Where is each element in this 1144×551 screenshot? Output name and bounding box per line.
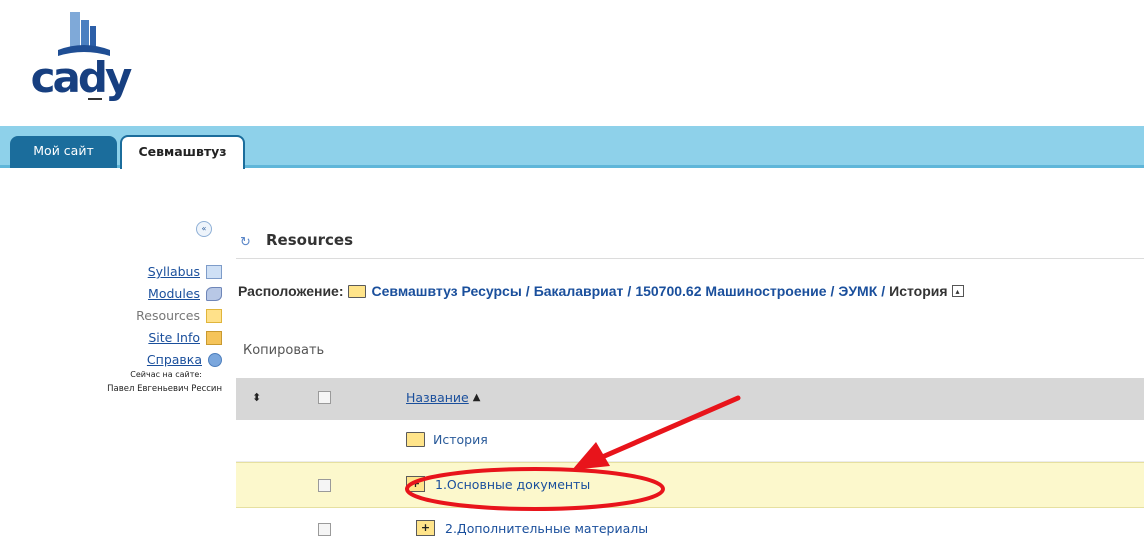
tool-menu-item-modules[interactable]: Modules [136,283,222,305]
resources-table: ⬍ Название ▲ История + 1.Основные докуме… [236,378,1144,551]
tool-menu-link-modules[interactable]: Modules [148,283,200,305]
parent-folder-link[interactable]: История [433,432,488,447]
breadcrumb-label: Расположение: [238,283,344,299]
site-tab-bar: Мой сайт Севмашвтуз [0,126,1144,169]
breadcrumb-link-eumk[interactable]: ЭУМК [838,283,877,299]
cady-logo[interactable]: cady [18,10,143,105]
folder-name-cell: + 2.Дополнительные материалы [416,520,648,536]
expand-folder-icon[interactable]: + [406,476,425,492]
folder-link[interactable]: 2.Дополнительные материалы [445,521,648,536]
table-row: История [236,420,1144,462]
breadcrumb-separator: / [881,283,886,299]
site-info-icon [206,331,222,345]
modules-icon [206,287,222,301]
tab-my-site[interactable]: Мой сайт [10,136,117,168]
sort-arrows-icon[interactable]: ⬍ [252,391,261,404]
book-logo-icon: cady [31,12,135,102]
breadcrumb-separator: / [830,283,835,299]
breadcrumb-link-engineering[interactable]: 150700.62 Машиностроение [635,283,826,299]
breadcrumb-current: История [889,283,948,299]
breadcrumb-separator: / [627,283,632,299]
select-all-checkbox[interactable] [318,391,331,404]
page-title: Resources [266,231,354,249]
name-column-header: Название ▲ [406,390,480,405]
breadcrumb: Расположение: Севмашвтуз Ресурсы / Бакал… [238,283,964,299]
folder-icon [206,309,222,323]
parent-folder-cell: История [406,432,488,447]
logo-text: cady [31,53,132,102]
tool-menu-item-site-info[interactable]: Site Info [136,327,222,349]
tool-title-bar: ↻ Resources [236,228,1144,259]
breadcrumb-link-bachelor[interactable]: Бакалавриат [534,283,624,299]
tool-menu-link-site-info[interactable]: Site Info [148,327,200,349]
online-caption: Сейчас на сайте: [130,370,202,379]
folder-up-icon[interactable]: ▴ [951,285,964,297]
folder-icon [347,284,366,298]
row-checkbox[interactable] [318,523,331,536]
tab-sevmashvtuz[interactable]: Севмашвтуз [120,135,245,169]
tool-menu-item-resources: Resources [136,305,222,327]
row-checkbox[interactable] [318,479,331,492]
tool-menu-link-syllabus[interactable]: Syllabus [148,261,200,283]
breadcrumb-separator: / [525,283,530,299]
copy-action[interactable]: Копировать [243,343,324,358]
tool-menu-item-syllabus[interactable]: Syllabus [136,261,222,283]
online-users-panel: Сейчас на сайте: Павел Евгеньевич Рессин [107,368,222,396]
help-icon [208,353,222,367]
breadcrumb-link-resources[interactable]: Севмашвтуз Ресурсы [372,283,522,299]
syllabus-icon [206,265,222,279]
folder-name-cell: + 1.Основные документы [406,476,590,492]
online-user-name: Павел Евгеньевич Рессин [107,384,222,394]
tool-menu: Syllabus Modules Resources Site Info Спр… [136,261,222,371]
sort-ascending-icon[interactable]: ▲ [473,392,481,403]
tool-menu-current-resources: Resources [136,308,200,323]
table-header-row: ⬍ Название ▲ [236,378,1144,420]
table-row: + 2.Дополнительные материалы [236,508,1144,551]
folder-link[interactable]: 1.Основные документы [435,477,590,492]
table-row: + 1.Основные документы [236,462,1144,508]
folder-icon [406,432,425,447]
expand-folder-icon[interactable]: + [416,520,435,536]
double-chevron-left-icon[interactable]: « [196,221,212,237]
refresh-icon[interactable]: ↻ [240,236,253,249]
sort-by-name-link[interactable]: Название [406,390,469,405]
